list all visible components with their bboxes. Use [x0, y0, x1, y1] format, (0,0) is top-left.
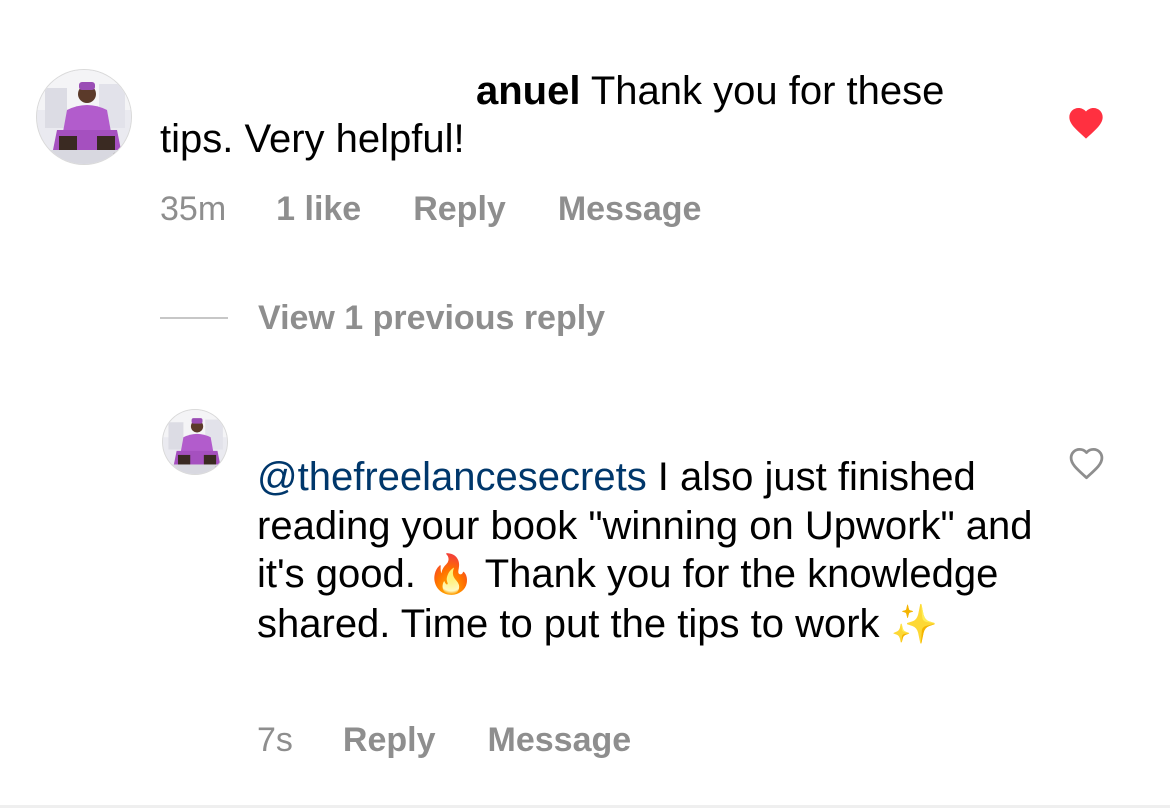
avatar[interactable]	[163, 410, 227, 474]
reply-text: @thefreelancesecrets I also just finishe…	[257, 453, 1037, 649]
sparkles-emoji: ✨	[890, 603, 938, 646]
reply-button[interactable]: Reply	[343, 720, 436, 760]
view-replies-label: View 1 previous reply	[258, 299, 606, 337]
mention-link[interactable]: @thefreelancesecrets	[257, 455, 647, 499]
heart-filled-icon[interactable]	[1066, 103, 1106, 143]
comment-username[interactable]: anuel	[476, 69, 580, 113]
message-button[interactable]: Message	[488, 720, 632, 760]
reply-meta: 7s Reply Message	[257, 720, 631, 760]
avatar[interactable]	[37, 70, 131, 164]
comment-timestamp: 35m	[160, 190, 227, 228]
reply-button[interactable]: Reply	[413, 189, 506, 229]
view-previous-replies-button[interactable]: View 1 previous reply	[160, 298, 605, 338]
fire-emoji: 🔥	[426, 554, 475, 596]
comment-meta: 35m 1 like Reply Message	[160, 189, 701, 229]
avatar-photo	[163, 410, 227, 474]
likes-count-button[interactable]: 1 like	[276, 189, 361, 229]
message-button[interactable]: Message	[558, 189, 702, 229]
reply-timestamp: 7s	[257, 721, 293, 759]
avatar-photo	[37, 70, 131, 164]
heart-outline-icon[interactable]	[1068, 444, 1105, 481]
replies-divider-line	[160, 317, 228, 319]
comment-text: anuel Thank you for these tips. Very hel…	[160, 67, 1020, 163]
